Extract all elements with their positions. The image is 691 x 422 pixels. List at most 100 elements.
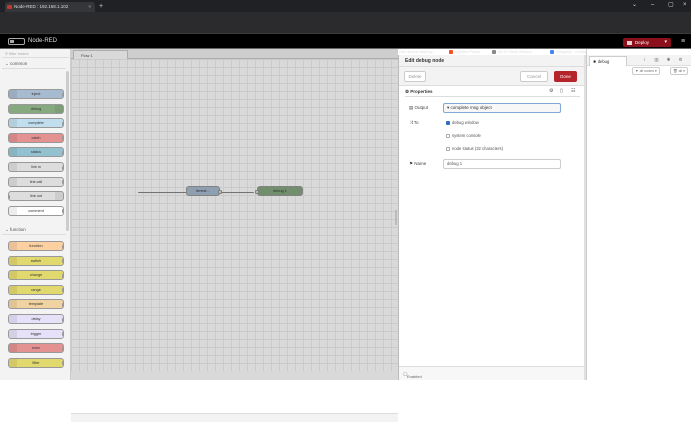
node-port — [62, 244, 63, 249]
palette-node-debug[interactable]: debug — [8, 103, 64, 114]
node-type-icon — [9, 133, 17, 142]
deploy-icon — [627, 40, 632, 45]
description-icon[interactable]: ▯ — [560, 88, 563, 94]
debug-clear-dropdown[interactable]: 🗑 all ▾ — [670, 67, 688, 75]
edit-tray-toolbar: Delete Cancel Done — [399, 67, 586, 86]
node-type-icon — [9, 300, 17, 309]
settings-icon[interactable]: ⚙ — [549, 88, 553, 94]
name-input[interactable]: debug 1 — [443, 159, 561, 169]
minimize-icon[interactable]: – — [651, 1, 654, 10]
edit-tray-footer: ◯ Enabled — [399, 366, 586, 380]
node-port — [62, 180, 63, 185]
node-port — [62, 288, 63, 293]
palette-node-filter[interactable]: filter — [8, 357, 64, 368]
node-type-icon — [9, 329, 17, 338]
node-port — [9, 194, 10, 199]
node-port — [62, 150, 63, 155]
output-label: ▤ Output — [409, 105, 429, 110]
browser-tab-title: Node-RED : 192.168.1.102 — [14, 4, 69, 9]
palette-search-input[interactable]: ⚲ filter nodes — [2, 49, 69, 58]
node-type-icon — [9, 256, 17, 265]
bookmark-favicon-icon — [449, 49, 453, 54]
sidebar-tab-bar: ✱ debug i ▥ ✱ ⚙ — [587, 55, 691, 66]
properties-tab[interactable]: ⚙ Properties — [405, 87, 580, 97]
main-menu-icon[interactable]: ≡ — [681, 38, 685, 45]
node-palette: ⚲ filter nodes ⌄ common inject debug compl… — [0, 49, 71, 380]
palette-scrollbar[interactable] — [66, 71, 69, 231]
palette-node-range[interactable]: range — [8, 284, 64, 295]
node-type-icon — [55, 192, 63, 201]
debug-window-checkbox[interactable] — [446, 120, 450, 125]
workspace-scrollbar[interactable] — [395, 210, 397, 225]
workspace-footer — [71, 413, 398, 422]
palette-node-template[interactable]: template — [8, 299, 64, 310]
palette-node-catch[interactable]: catch — [8, 132, 64, 143]
book-icon[interactable]: ▥ — [653, 56, 660, 63]
debug-filter-dropdown[interactable]: ▼ all nodes ▾ — [632, 67, 660, 75]
deploy-label: Deploy — [635, 40, 650, 45]
node-red-header: Node-RED Deploy ▾ ≡ — [0, 34, 691, 49]
editor-overlay — [71, 49, 398, 380]
edit-tray-title: Edit debug node — [399, 55, 586, 67]
system-console-checkbox[interactable] — [446, 133, 450, 138]
node-port — [62, 317, 63, 322]
node-status-option[interactable]: node status (32 characters) — [446, 144, 503, 153]
palette-node-switch[interactable]: switch — [8, 255, 64, 266]
node-type-icon — [9, 242, 17, 250]
delete-button[interactable]: Delete — [404, 71, 426, 82]
palette-node-delay[interactable]: delay — [8, 314, 64, 324]
node-type-icon — [9, 177, 17, 186]
palette-node-link-call[interactable]: link call — [8, 176, 64, 187]
palette-node-function[interactable]: function — [8, 241, 64, 251]
info-icon[interactable]: i — [641, 56, 648, 63]
bookmark-favicon-icon — [492, 49, 496, 54]
chevron-down-icon[interactable]: ▾ — [664, 38, 667, 47]
node-port — [62, 121, 63, 126]
palette-node-exec[interactable]: exec — [8, 343, 64, 354]
cancel-button[interactable]: Cancel — [520, 71, 548, 82]
deploy-button[interactable]: Deploy ▾ — [623, 38, 671, 47]
close-window-icon[interactable]: × — [683, 1, 687, 10]
palette-node-complete[interactable]: complete — [8, 118, 64, 129]
bookmarks-bar: BookmarksLoginGmailYouTubeMapsRenew Acco… — [0, 23, 691, 54]
app-name: Node-RED — [28, 38, 58, 44]
node-type-icon — [9, 119, 17, 128]
palette-node-comment[interactable]: comment — [8, 205, 64, 216]
palette-node-inject[interactable]: inject — [8, 89, 64, 99]
done-button[interactable]: Done — [554, 71, 577, 82]
config-icon[interactable]: ✱ — [665, 56, 672, 63]
node-port — [62, 209, 63, 214]
output-select[interactable]: ▾ complete msg object — [443, 103, 561, 113]
node-status-checkbox[interactable] — [446, 146, 450, 151]
node-type-icon — [9, 90, 17, 98]
palette-node-change[interactable]: change — [8, 270, 64, 281]
node-type-icon — [9, 163, 17, 171]
palette-node-status[interactable]: status — [8, 147, 64, 158]
node-port — [62, 259, 63, 264]
new-tab-button[interactable]: + — [99, 2, 103, 11]
system-console-option[interactable]: system console — [446, 131, 481, 140]
window-list-icon[interactable]: ⌄ — [632, 1, 637, 10]
node-port — [62, 302, 63, 307]
palette-node-trigger[interactable]: trigger — [8, 328, 64, 339]
palette-node-link-out[interactable]: link out — [8, 191, 64, 202]
maximize-icon[interactable]: ▢ — [668, 1, 674, 10]
node-red-favicon-icon — [7, 5, 12, 9]
enabled-toggle[interactable]: ◯ Enabled — [403, 370, 422, 379]
browser-toolbar: ← → ⟳ ⌂ ▲ Not secure | 192.168.1.102:188… — [0, 12, 691, 34]
node-type-icon — [9, 358, 17, 367]
palette-node-link-in[interactable]: link in — [8, 162, 64, 172]
node-type-icon — [9, 285, 17, 294]
bookmark-favicon-icon — [550, 49, 554, 54]
node-red-logo-icon — [8, 38, 25, 45]
browser-tab[interactable]: Node-RED : 192.168.1.102 × — [5, 2, 95, 12]
gear-icon[interactable]: ⚙ — [677, 56, 684, 63]
close-tab-icon[interactable]: × — [88, 2, 91, 12]
palette-category-function[interactable]: ⌄ function — [2, 225, 66, 235]
appearance-icon[interactable]: ☷ — [571, 88, 575, 94]
node-type-icon — [9, 148, 17, 157]
tab-debug[interactable]: ✱ debug — [589, 56, 627, 66]
node-port — [62, 136, 63, 141]
debug-window-option[interactable]: debug window — [446, 118, 479, 127]
palette-category-common[interactable]: ⌄ common — [2, 59, 66, 69]
